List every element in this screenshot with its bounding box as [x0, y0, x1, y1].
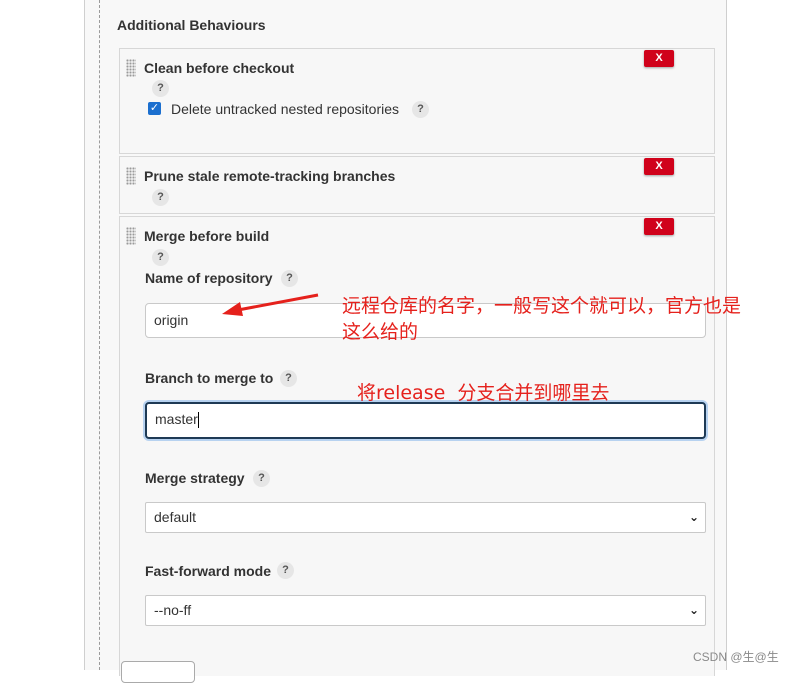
annotation-branch-note: 将release 分支合并到哪里去 — [357, 382, 610, 404]
annotation-repo-note-line1: 远程仓库的名字，一般写这个就可以，官方也是 — [342, 295, 742, 317]
add-button[interactable] — [121, 661, 195, 683]
watermark: CSDN @生@生 — [693, 650, 779, 664]
annotation-repo-note-line2: 这么给的 — [342, 321, 419, 343]
